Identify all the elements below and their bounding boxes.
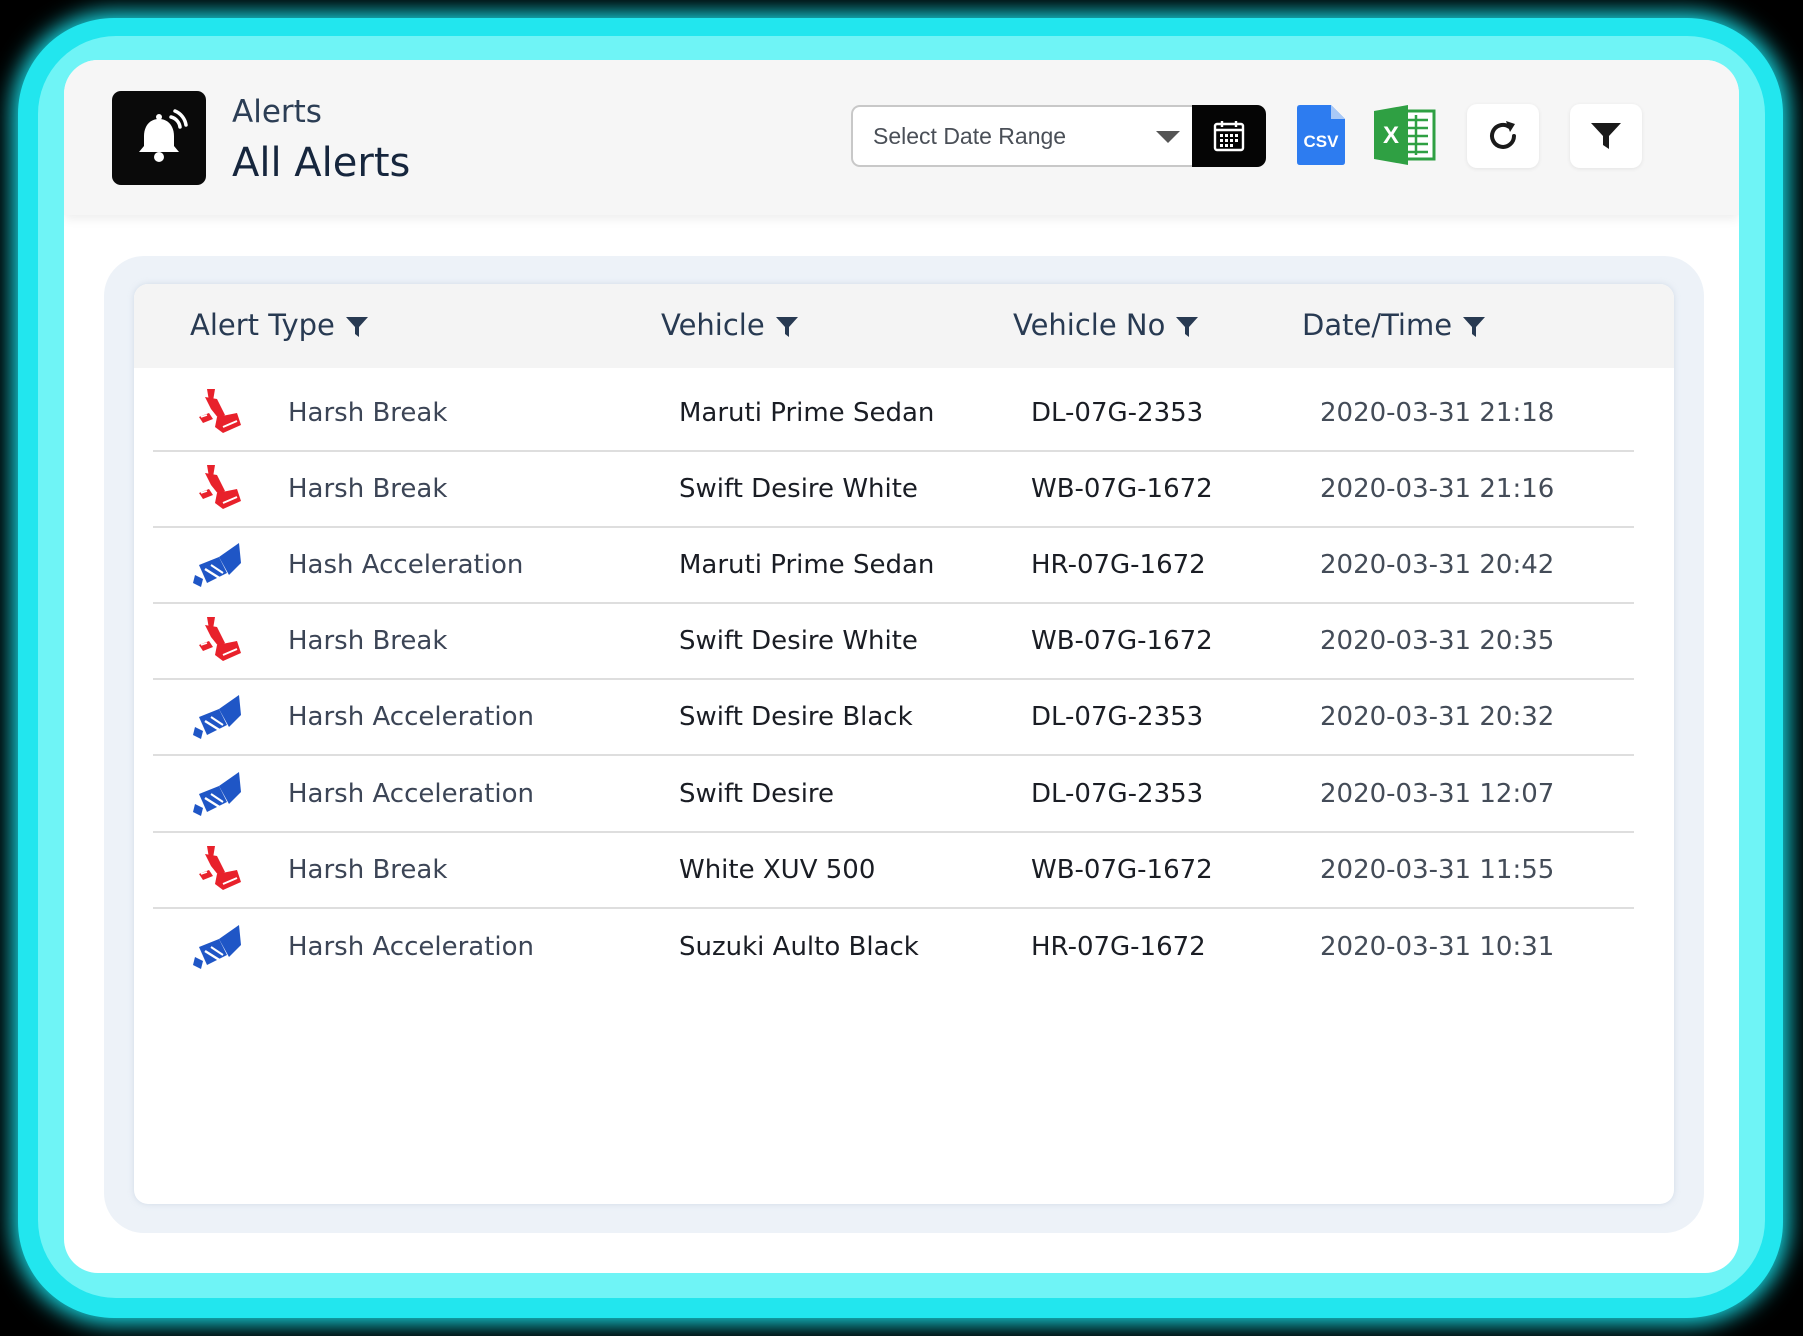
page-header: Alerts All Alerts Select Date Range CSV … [64, 60, 1739, 215]
vehicle-cell: Swift Desire White [679, 626, 918, 656]
vehicle-no-cell: DL-07G-2353 [1031, 702, 1204, 732]
alert-type-cell: Harsh Break [288, 855, 448, 885]
column-filter-icon[interactable] [1175, 315, 1199, 339]
chevron-down-icon [1156, 131, 1180, 143]
section-label: Alerts [232, 94, 322, 130]
accelerator-pedal-icon [193, 539, 243, 589]
column-label: Vehicle No [1013, 308, 1166, 342]
datetime-cell: 2020-03-31 10:31 [1320, 932, 1555, 962]
filter-button[interactable] [1570, 104, 1642, 168]
vehicle-no-cell: DL-07G-2353 [1031, 398, 1204, 428]
brake-pedal-icon [193, 844, 243, 894]
filter-icon [1591, 123, 1621, 149]
date-range-select[interactable]: Select Date Range [851, 105, 1194, 167]
csv-file-icon: CSV [1297, 105, 1345, 165]
csv-export-button[interactable]: CSV [1297, 105, 1345, 165]
table-header: Alert Type Vehicle Vehicle No Date/Time [134, 284, 1674, 368]
alert-type-cell: Hash Acceleration [288, 550, 524, 580]
alert-type-cell: Harsh Break [288, 474, 448, 504]
date-range-placeholder: Select Date Range [873, 123, 1067, 149]
excel-file-icon: X [1374, 105, 1436, 165]
csv-label: CSV [1304, 132, 1340, 151]
table-row[interactable]: Harsh Break Maruti Prime Sedan DL-07G-2353… [153, 374, 1634, 452]
page-title: All Alerts [232, 140, 411, 186]
column-header-date-time[interactable]: Date/Time [1302, 308, 1486, 342]
datetime-cell: 2020-03-31 20:42 [1320, 550, 1555, 580]
vehicle-no-cell: DL-07G-2353 [1031, 779, 1204, 809]
column-header-vehicle-no[interactable]: Vehicle No [1013, 308, 1199, 342]
accelerator-pedal-icon [193, 691, 243, 741]
accelerator-pedal-icon [193, 921, 243, 971]
vehicle-cell: Swift Desire [679, 779, 835, 809]
datetime-cell: 2020-03-31 20:35 [1320, 626, 1555, 656]
datetime-cell: 2020-03-31 11:55 [1320, 855, 1555, 885]
vehicle-no-cell: HR-07G-1672 [1031, 550, 1206, 580]
bell-ring-icon [112, 91, 206, 185]
brake-pedal-icon [193, 615, 243, 665]
column-header-alert-type[interactable]: Alert Type [190, 308, 369, 342]
table-row[interactable]: Harsh Break Swift Desire White WB-07G-1672… [153, 602, 1634, 680]
datetime-cell: 2020-03-31 12:07 [1320, 779, 1555, 809]
table-row[interactable]: Harsh Acceleration Suzuki Aulto Black HR-0… [153, 908, 1634, 984]
alerts-table: Alert Type Vehicle Vehicle No Date/Time … [134, 284, 1674, 1204]
calendar-button[interactable] [1192, 105, 1266, 167]
vehicle-cell: Suzuki Aulto Black [679, 932, 919, 962]
accelerator-pedal-icon [193, 768, 243, 818]
table-row[interactable]: Hash Acceleration Maruti Prime Sedan HR-07… [153, 526, 1634, 604]
table-row[interactable]: Harsh Acceleration Swift Desire Black DL-0… [153, 678, 1634, 756]
column-filter-icon[interactable] [345, 315, 369, 339]
datetime-cell: 2020-03-31 21:16 [1320, 474, 1555, 504]
datetime-cell: 2020-03-31 21:18 [1320, 398, 1555, 428]
vehicle-cell: Swift Desire White [679, 474, 918, 504]
refresh-button[interactable] [1467, 104, 1539, 168]
column-label: Alert Type [190, 308, 335, 342]
calendar-icon [1213, 121, 1245, 152]
table-row[interactable]: Harsh Break Swift Desire White WB-07G-1672… [153, 450, 1634, 528]
column-filter-icon[interactable] [775, 315, 799, 339]
alert-type-cell: Harsh Acceleration [288, 932, 535, 962]
excel-export-button[interactable]: X [1374, 105, 1436, 165]
alert-type-cell: Harsh Acceleration [288, 779, 535, 809]
datetime-cell: 2020-03-31 20:32 [1320, 702, 1555, 732]
brake-pedal-icon [193, 463, 243, 513]
vehicle-cell: Maruti Prime Sedan [679, 550, 935, 580]
alert-type-cell: Harsh Acceleration [288, 702, 535, 732]
column-label: Vehicle [661, 308, 765, 342]
column-header-vehicle[interactable]: Vehicle [661, 308, 799, 342]
brake-pedal-icon [193, 387, 243, 437]
column-label: Date/Time [1302, 308, 1453, 342]
vehicle-cell: White XUV 500 [679, 855, 876, 885]
excel-label: X [1383, 122, 1399, 149]
refresh-icon [1490, 121, 1516, 149]
vehicle-cell: Maruti Prime Sedan [679, 398, 935, 428]
table-row[interactable]: Harsh Break White XUV 500 WB-07G-1672 2020-… [153, 831, 1634, 909]
table-row[interactable]: Harsh Acceleration Swift Desire DL-07G-235… [153, 755, 1634, 833]
app-window: Alerts All Alerts Select Date Range CSV … [64, 60, 1739, 1273]
vehicle-no-cell: WB-07G-1672 [1031, 474, 1213, 504]
alert-type-cell: Harsh Break [288, 626, 448, 656]
vehicle-no-cell: WB-07G-1672 [1031, 626, 1213, 656]
vehicle-no-cell: WB-07G-1672 [1031, 855, 1213, 885]
column-filter-icon[interactable] [1462, 315, 1486, 339]
alert-type-cell: Harsh Break [288, 398, 448, 428]
vehicle-cell: Swift Desire Black [679, 702, 913, 732]
vehicle-no-cell: HR-07G-1672 [1031, 932, 1206, 962]
